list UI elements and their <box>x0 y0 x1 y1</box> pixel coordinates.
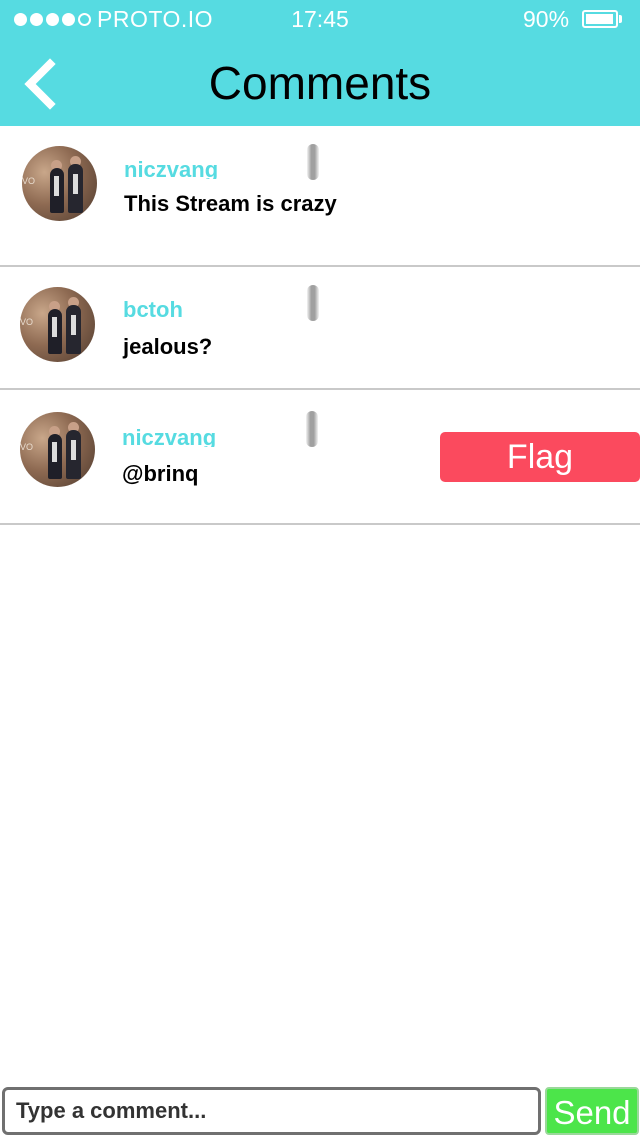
comment-username[interactable]: niczvang <box>124 157 218 179</box>
comment-text: @brinq <box>122 461 199 486</box>
avatar[interactable]: VO <box>20 287 95 362</box>
avatar[interactable]: VO <box>22 146 97 221</box>
comment-item: VO bctoh jealous? <box>0 267 640 390</box>
battery-tip <box>619 15 622 23</box>
battery-icon <box>582 10 618 28</box>
drag-handle-icon[interactable] <box>307 144 319 180</box>
drag-handle-icon[interactable] <box>307 285 319 321</box>
comment-input[interactable] <box>2 1087 541 1135</box>
header-bar: PROTO.IO 17:45 90% Comments <box>0 0 640 126</box>
page-title: Comments <box>208 57 432 109</box>
drag-handle-icon[interactable] <box>306 411 318 447</box>
status-bar: PROTO.IO 17:45 90% <box>0 0 640 40</box>
avatar[interactable]: VO <box>20 412 95 487</box>
flag-button[interactable]: Flag <box>440 432 640 482</box>
comment-text: jealous? <box>123 334 213 359</box>
comment-username[interactable]: bctoh <box>123 297 183 319</box>
battery-percent: 90% <box>523 6 570 32</box>
comment-text: This Stream is crazy <box>124 191 337 216</box>
comment-item: VO niczvang This Stream is crazy <box>0 127 640 267</box>
send-button[interactable]: Send <box>545 1087 639 1135</box>
comment-username[interactable]: niczvang <box>122 425 216 447</box>
